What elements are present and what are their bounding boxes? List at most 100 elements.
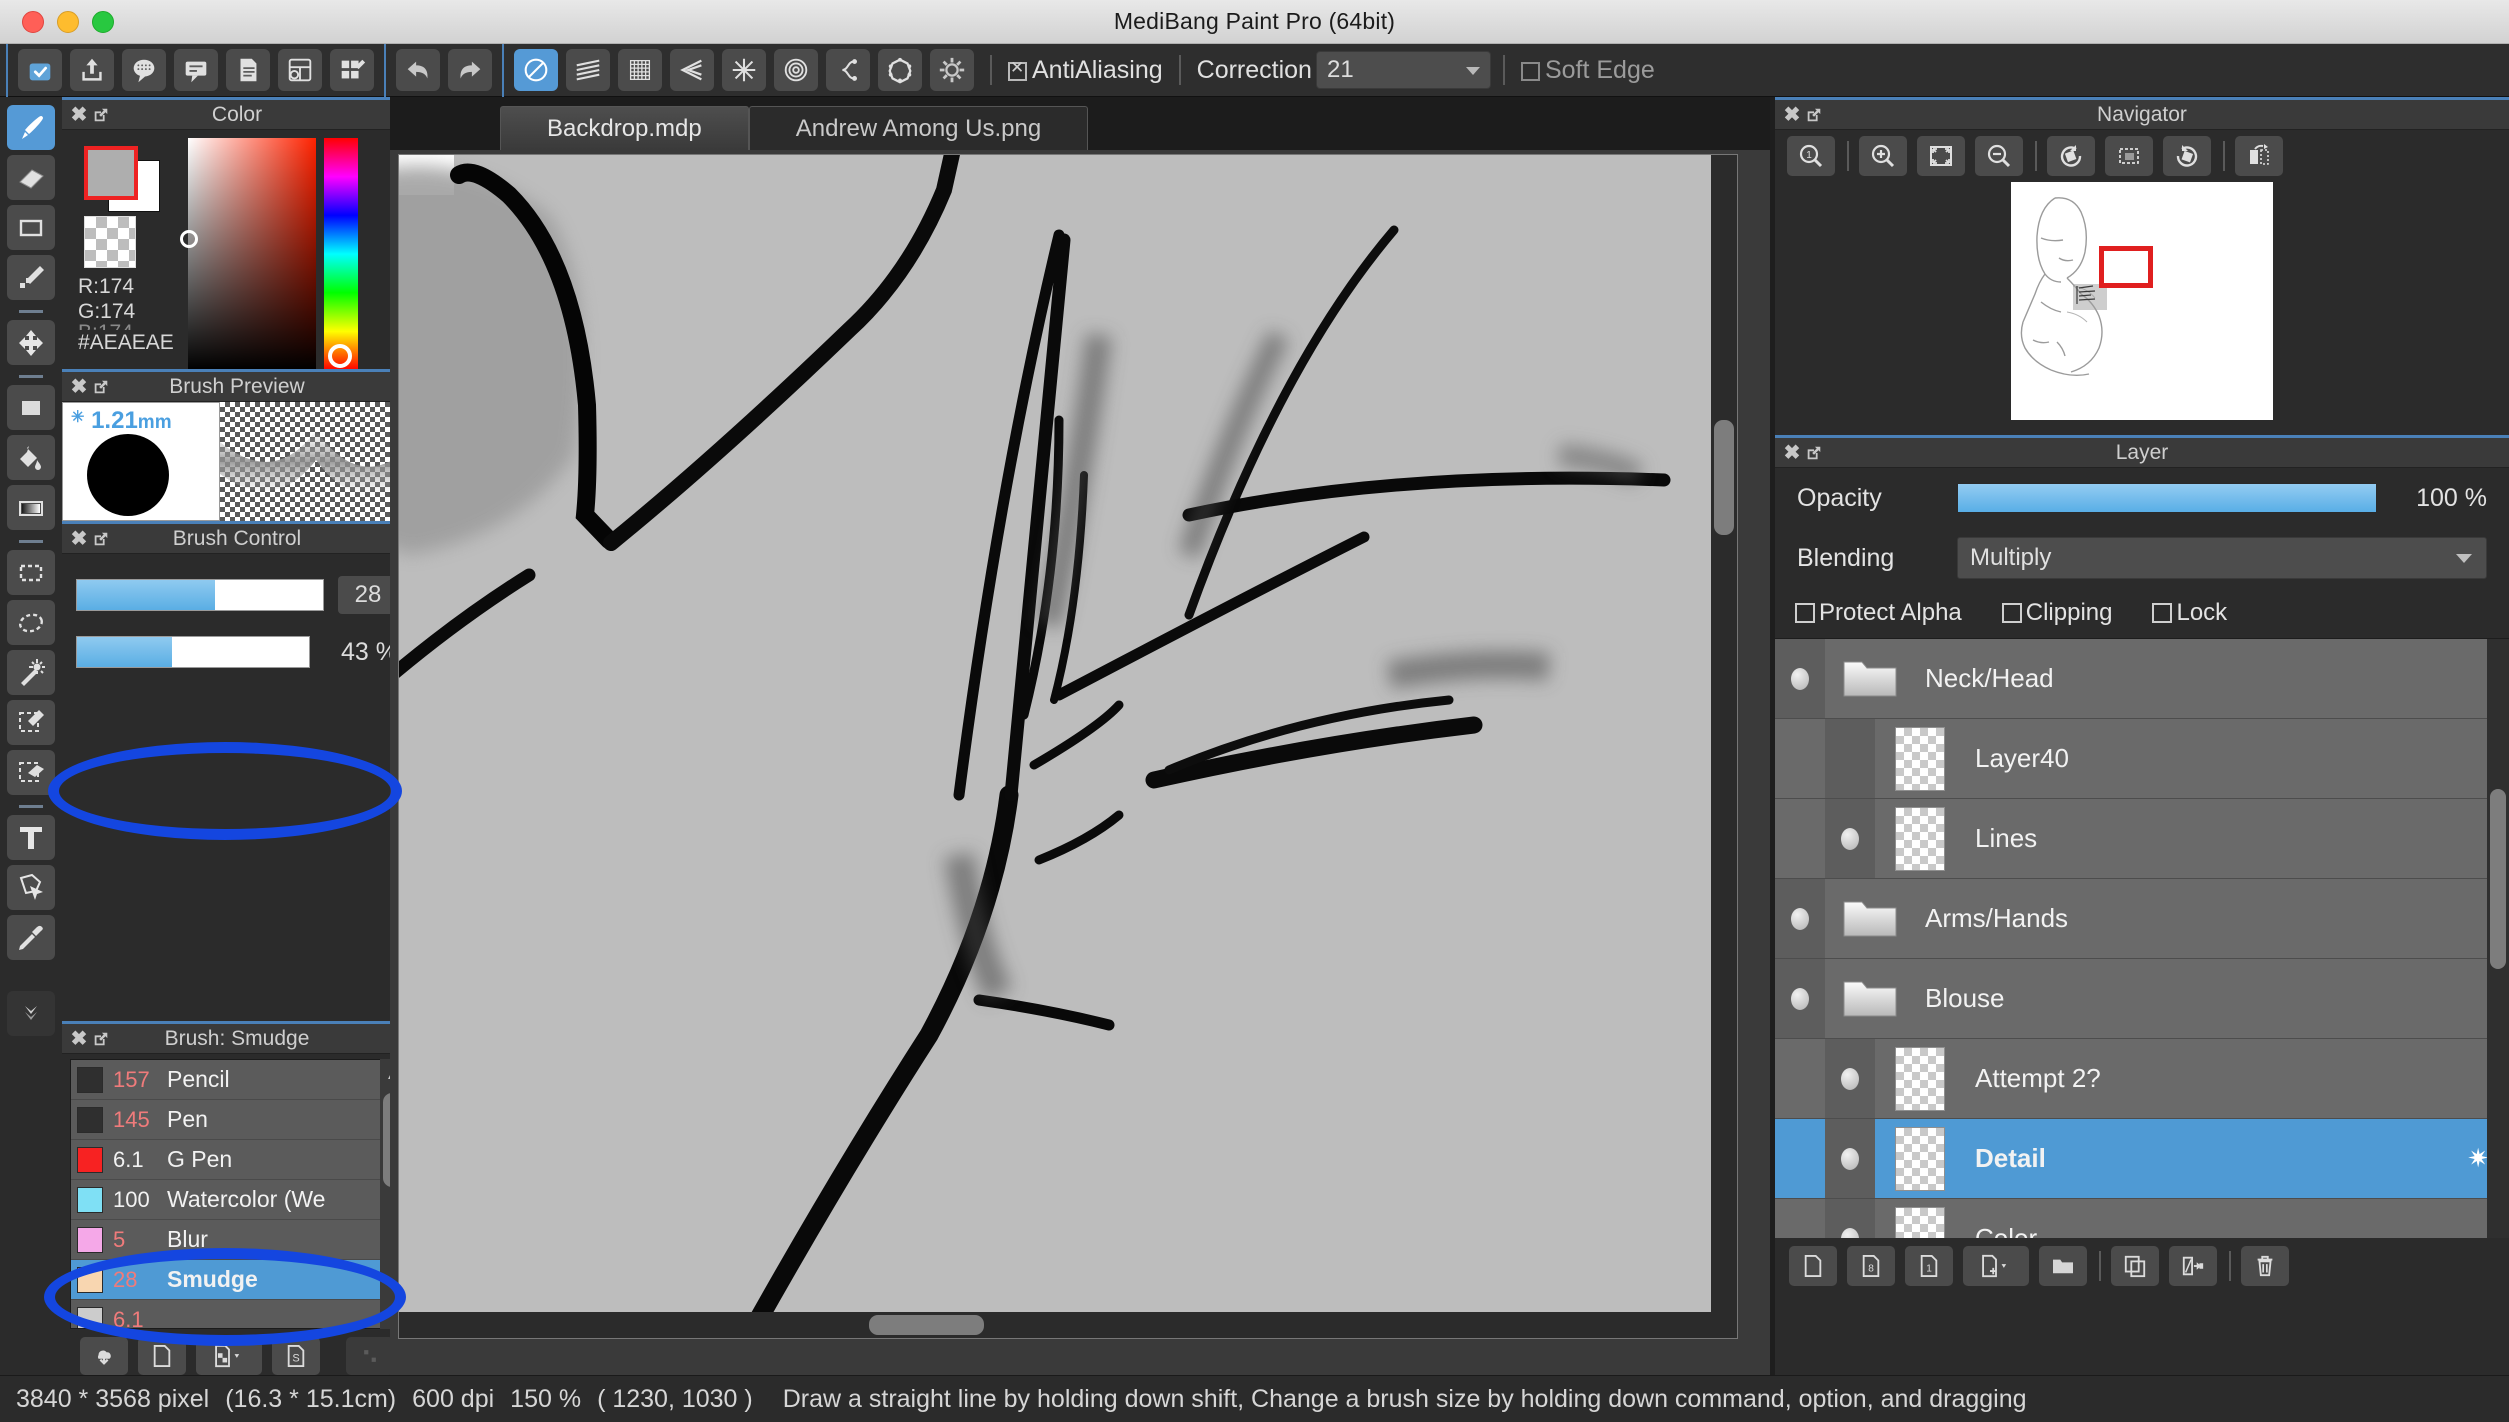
zoom-in-icon[interactable] <box>1859 136 1907 176</box>
8bit-layer-icon[interactable]: 8 <box>1847 1246 1895 1286</box>
float-panel-icon[interactable] <box>90 528 112 550</box>
undo-icon[interactable] <box>396 49 440 91</box>
fit-screen-icon[interactable] <box>1917 136 1965 176</box>
curve-ruler-icon[interactable] <box>826 49 870 91</box>
new-brush-icon[interactable] <box>138 1337 186 1375</box>
radial-line-ruler-icon[interactable] <box>722 49 766 91</box>
correction-select[interactable]: 21 <box>1315 51 1491 89</box>
brush-preset-icon[interactable] <box>196 1337 262 1375</box>
close-icon[interactable]: ✖ <box>1781 442 1803 464</box>
share-upload-icon[interactable] <box>70 49 114 91</box>
layer-row[interactable]: Blouse <box>1775 959 2509 1039</box>
layer-visibility-toggle[interactable] <box>1775 879 1825 958</box>
polygon-ruler-icon[interactable] <box>878 49 922 91</box>
panel-layout-icon[interactable] <box>278 49 322 91</box>
concentric-circle-ruler-icon[interactable] <box>774 49 818 91</box>
navigator-viewport-rect[interactable] <box>2099 246 2153 288</box>
layer-row[interactable]: Lines <box>1775 799 2509 879</box>
float-panel-icon[interactable] <box>90 104 112 126</box>
layer-row[interactable]: Attempt 2? <box>1775 1039 2509 1119</box>
brush-list-item[interactable]: 100 Watercolor (We <box>71 1180 405 1220</box>
rotate-right-icon[interactable] <box>2163 136 2211 176</box>
eyedropper-tool[interactable] <box>7 915 55 960</box>
brush-tool[interactable] <box>7 105 55 150</box>
zoom-out-icon[interactable] <box>1975 136 2023 176</box>
script-brush-icon[interactable]: S <box>272 1337 320 1375</box>
brush-list-item[interactable]: 6.1 G Pen <box>71 1140 405 1180</box>
canvas-viewport[interactable] <box>390 150 1770 1375</box>
close-icon[interactable]: ✖ <box>68 376 90 398</box>
brush-list-item[interactable]: 28Smudge✷ <box>71 1260 405 1300</box>
bucket-tool[interactable] <box>7 435 55 480</box>
gradient-tool[interactable] <box>7 485 55 530</box>
float-panel-icon[interactable] <box>90 1028 112 1050</box>
saturation-value-picker[interactable] <box>180 138 316 370</box>
close-icon[interactable]: ✖ <box>68 104 90 126</box>
layer-visibility-toggle[interactable] <box>1775 959 1825 1038</box>
brush-list-item[interactable]: 157 Pencil <box>71 1060 405 1100</box>
layer-row[interactable]: Color <box>1775 1199 2509 1238</box>
layer-settings-icon[interactable]: ✷ <box>2467 1143 2489 1174</box>
eraser-tool[interactable] <box>7 155 55 200</box>
layer-list-scrollbar[interactable] <box>2487 639 2509 1238</box>
brush-size-slider[interactable] <box>76 579 324 611</box>
brush-list-item[interactable]: 6.1 <box>71 1300 405 1328</box>
scrollbar-thumb[interactable] <box>2490 789 2506 969</box>
brush-list-item[interactable]: 145 Pen <box>71 1100 405 1140</box>
layer-blending-select[interactable]: Multiply <box>1957 537 2487 579</box>
hand-tool[interactable] <box>7 991 55 1036</box>
merge-layer-icon[interactable] <box>2169 1246 2217 1286</box>
vanishing-point-ruler-icon[interactable] <box>670 49 714 91</box>
rotate-left-icon[interactable] <box>2047 136 2095 176</box>
rect-select-tool[interactable] <box>7 550 55 595</box>
document-tab[interactable]: Backdrop.mdp <box>500 106 749 150</box>
layer-flag-clipping[interactable]: Clipping <box>2001 599 2112 627</box>
no-ruler-icon[interactable] <box>514 49 558 91</box>
layer-row[interactable]: Neck/Head <box>1775 639 2509 719</box>
navigator-thumbnail-area[interactable] <box>1775 182 2509 432</box>
layer-visibility-toggle[interactable] <box>1825 1039 1875 1118</box>
brush-delete-icon[interactable] <box>346 1337 394 1375</box>
ruler-settings-icon[interactable] <box>930 49 974 91</box>
magic-wand-tool[interactable] <box>7 650 55 695</box>
layer-row[interactable]: Arms/Hands <box>1775 879 2509 959</box>
canvas-document[interactable] <box>398 154 1738 1339</box>
shape-tool[interactable] <box>7 205 55 250</box>
redo-icon[interactable] <box>448 49 492 91</box>
brush-list-item[interactable]: 5 Blur <box>71 1220 405 1260</box>
fill-rect-tool[interactable] <box>7 385 55 430</box>
layer-visibility-toggle[interactable] <box>1825 799 1875 878</box>
layer-visibility-toggle[interactable] <box>1825 719 1875 798</box>
zoom-actual-icon[interactable]: 1 <box>1787 136 1835 176</box>
select-pen-tool[interactable] <box>7 700 55 745</box>
duplicate-layer-icon[interactable] <box>2111 1246 2159 1286</box>
layer-visibility-toggle[interactable] <box>1825 1199 1875 1238</box>
close-icon[interactable]: ✖ <box>68 1028 90 1050</box>
navigator-thumbnail[interactable] <box>2011 182 2273 420</box>
float-panel-icon[interactable] <box>1803 442 1825 464</box>
layer-row[interactable]: Layer40 <box>1775 719 2509 799</box>
transparent-color-swatch[interactable] <box>84 216 136 268</box>
reset-rotation-icon[interactable] <box>2105 136 2153 176</box>
layer-flag-protect-alpha[interactable]: Protect Alpha <box>1795 599 1962 627</box>
float-panel-icon[interactable] <box>1803 104 1825 126</box>
antialiasing-checkbox[interactable]: AntiAliasing <box>1008 56 1163 85</box>
grid-ruler-icon[interactable] <box>618 49 662 91</box>
scrollbar-thumb[interactable] <box>1714 420 1734 535</box>
download-brush-icon[interactable] <box>80 1337 128 1375</box>
operation-tool[interactable] <box>7 865 55 910</box>
text-tool[interactable] <box>7 815 55 860</box>
speech-bubble-icon[interactable] <box>174 49 218 91</box>
hue-slider[interactable] <box>324 138 358 370</box>
brush-opacity-slider[interactable] <box>76 636 310 668</box>
cloud-check-icon[interactable] <box>18 49 62 91</box>
canvas-horizontal-scrollbar[interactable] <box>399 1312 1737 1338</box>
layer-visibility-toggle[interactable] <box>1775 639 1825 718</box>
tile-edit-icon[interactable] <box>330 49 374 91</box>
polyline-tool[interactable] <box>7 255 55 300</box>
lasso-select-tool[interactable] <box>7 600 55 645</box>
add-layer-menu-icon[interactable] <box>1963 1246 2029 1286</box>
canvas-vertical-scrollbar[interactable] <box>1711 155 1737 1335</box>
document-tab[interactable]: Andrew Among Us.png <box>748 106 1089 150</box>
float-panel-icon[interactable] <box>90 376 112 398</box>
